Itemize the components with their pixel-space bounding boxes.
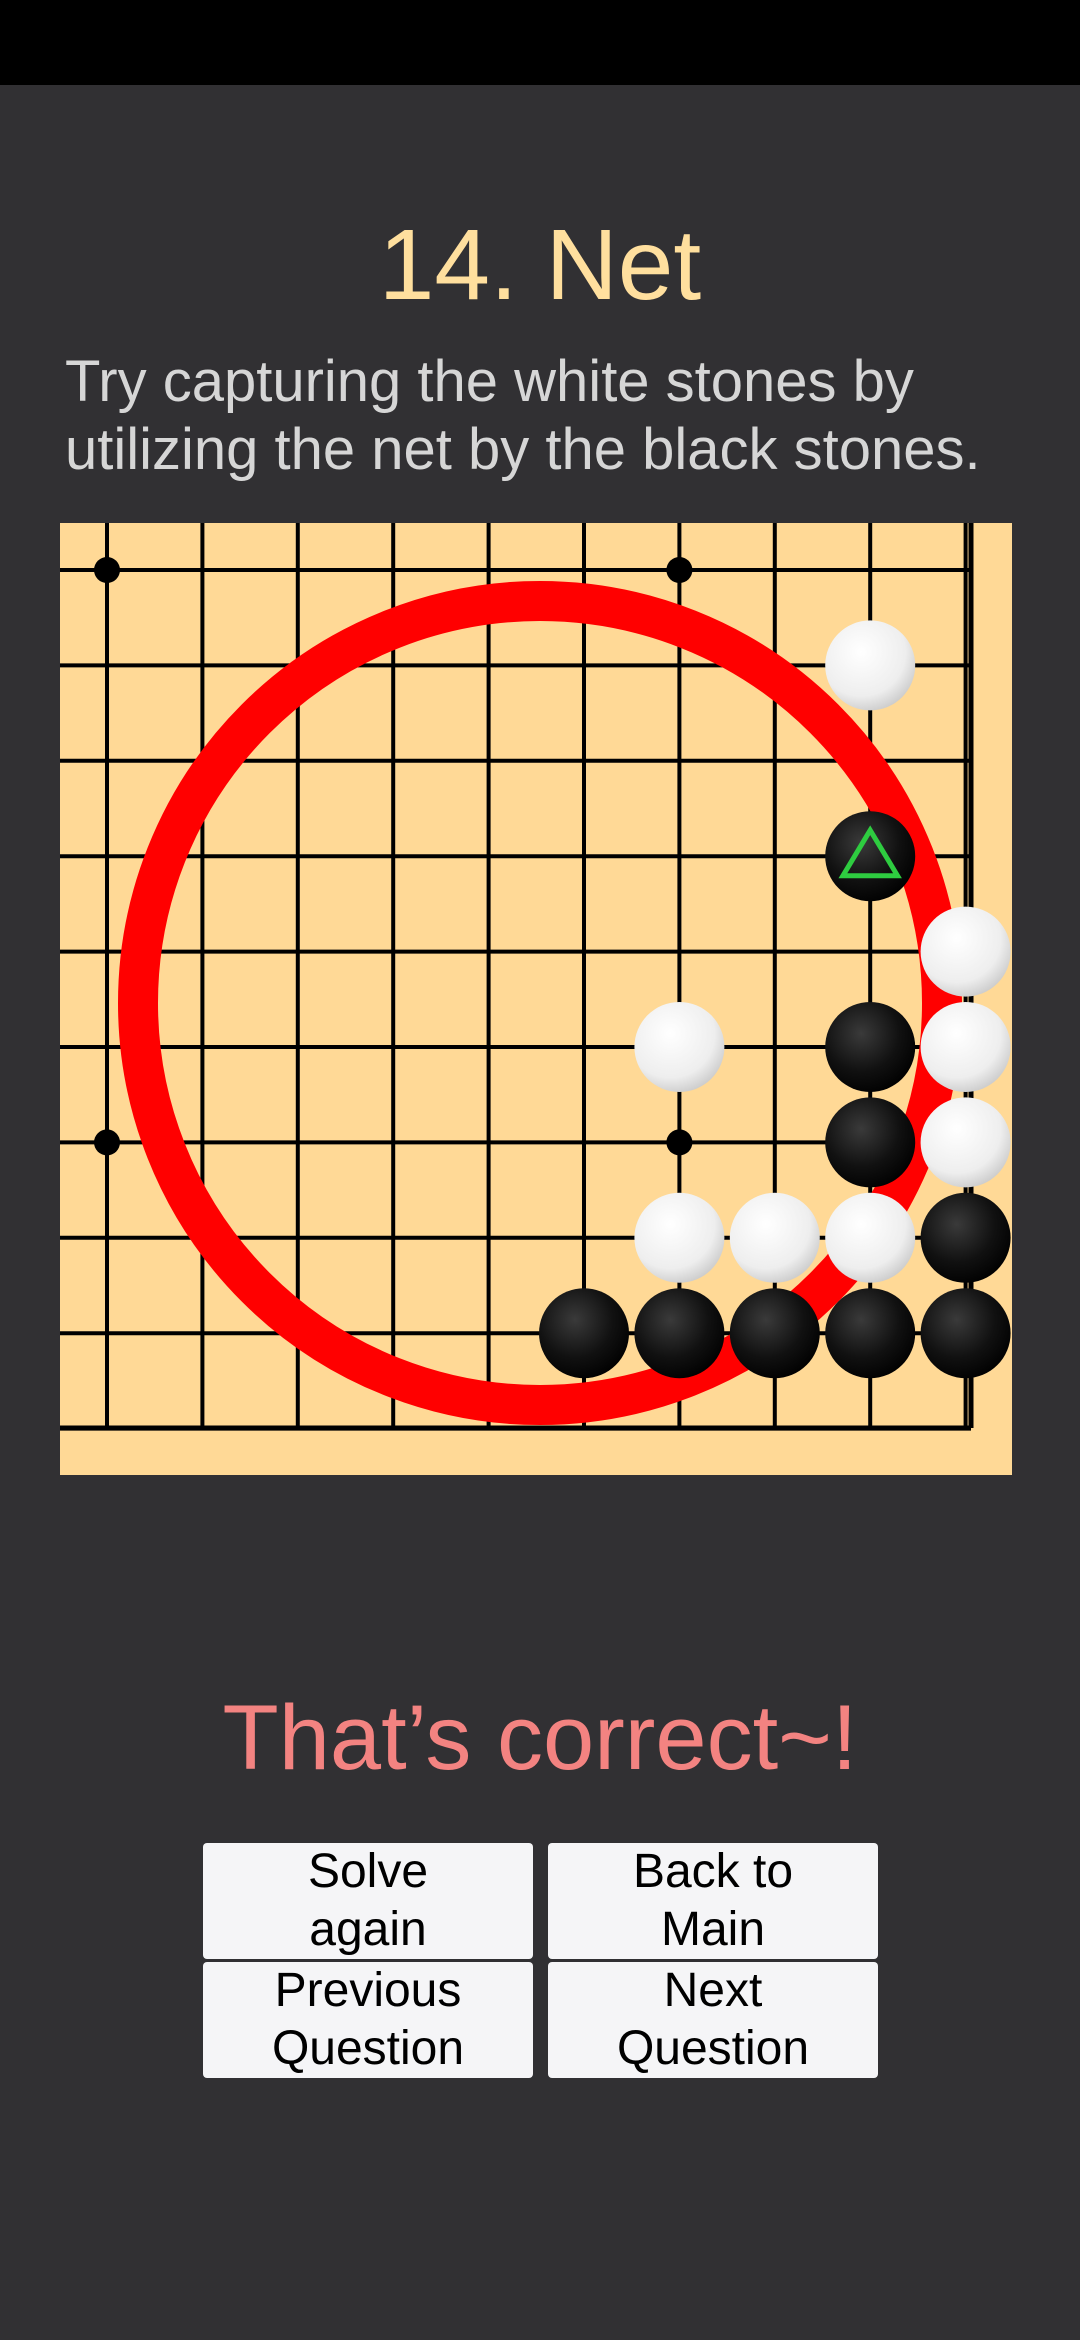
star-point xyxy=(666,1129,693,1156)
black-stone xyxy=(729,1288,820,1379)
next-question-button[interactable]: Next Question xyxy=(548,1962,878,2078)
black-stone xyxy=(634,1288,725,1379)
white-stone xyxy=(920,1002,1011,1092)
black-stone xyxy=(825,811,916,902)
star-point xyxy=(94,1129,120,1156)
white-stone xyxy=(729,1192,820,1283)
result-message: That’s correct~! xyxy=(222,1687,858,1789)
black-stone xyxy=(920,1192,1011,1283)
black-stone xyxy=(825,1097,916,1188)
white-stone xyxy=(920,906,1011,997)
white-stone xyxy=(825,620,916,711)
black-stone xyxy=(825,1002,916,1092)
white-stone xyxy=(634,1192,725,1283)
go-board[interactable] xyxy=(60,523,1012,1475)
black-stone xyxy=(920,1288,1011,1379)
puzzle-instruction: Try capturing the white stones by utiliz… xyxy=(65,349,981,482)
previous-question-button[interactable]: Previous Question xyxy=(203,1962,533,2078)
white-stone xyxy=(634,1002,725,1092)
star-point xyxy=(94,557,120,583)
black-stone xyxy=(539,1288,629,1379)
star-point xyxy=(666,557,693,583)
white-stone xyxy=(825,1192,916,1283)
white-stone xyxy=(920,1097,1011,1188)
solve-again-button[interactable]: Solve again xyxy=(203,1843,533,1959)
black-stone xyxy=(825,1288,916,1379)
puzzle-title: 14. Net xyxy=(378,209,702,321)
back-to-main-button[interactable]: Back to Main xyxy=(548,1843,878,1959)
status-bar xyxy=(0,0,1080,85)
